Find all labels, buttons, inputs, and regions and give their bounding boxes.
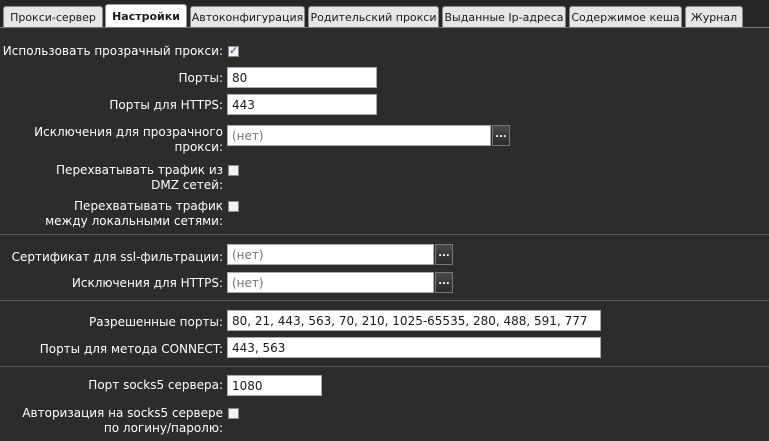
https-exclusions-label: Исключения для HTTPS: [71, 276, 223, 290]
ports-input[interactable] [227, 67, 377, 88]
checkmark-icon: ✓ [229, 44, 239, 57]
section-divider [0, 234, 769, 235]
tab-settings[interactable]: Настройки [105, 4, 187, 28]
intercept-local-checkbox[interactable] [228, 201, 239, 212]
tab-log[interactable]: Журнал [685, 6, 743, 27]
allowed-ports-label: Разрешенные порты: [88, 315, 223, 329]
tab-bar: Прокси-сервер Настройки Автоконфигурация… [0, 0, 769, 28]
ports-label: Порты: [178, 71, 224, 85]
intercept-dmz-checkbox[interactable] [228, 165, 239, 176]
intercept-local-label: Перехватывать трафик между локальными се… [45, 199, 223, 228]
connect-ports-input[interactable] [227, 337, 601, 358]
connect-ports-label: Порты для метода CONNECT: [39, 342, 223, 356]
tab-issued-ip[interactable]: Выданные Ip-адреса [442, 6, 566, 27]
tab-parent-proxy[interactable]: Родительский прокси [308, 6, 439, 27]
socks5-port-input[interactable] [227, 375, 322, 396]
settings-panel: Использовать прозрачный прокси: ✓ Порты:… [0, 28, 769, 441]
section-divider [0, 300, 769, 301]
https-exclusions-input[interactable] [227, 272, 434, 293]
section-divider [0, 366, 769, 367]
intercept-dmz-label: Перехватывать трафик из DMZ сетей: [56, 163, 223, 192]
tab-autoconfig[interactable]: Автоконфигурация [190, 6, 305, 27]
tab-proxy-server[interactable]: Прокси-сервер [3, 6, 103, 27]
https-ports-label: Порты для HTTPS: [109, 98, 223, 112]
transparent-exclusions-browse-button[interactable]: ... [492, 125, 510, 146]
socks5-auth-checkbox[interactable] [228, 408, 239, 419]
https-exclusions-browse-button[interactable]: ... [435, 272, 453, 293]
transparent-proxy-checkbox[interactable]: ✓ [228, 44, 239, 57]
allowed-ports-input[interactable] [227, 310, 601, 331]
transparent-exclusions-input[interactable] [227, 125, 491, 146]
transparent-exclusions-label: Исключения для прозрачного прокси: [34, 125, 223, 154]
socks5-port-label: Порт socks5 сервера: [88, 378, 223, 392]
ssl-certificate-browse-button[interactable]: ... [435, 244, 453, 265]
https-ports-input[interactable] [227, 94, 377, 115]
tab-cache-content[interactable]: Содержимое кеша [569, 6, 682, 27]
ssl-certificate-input[interactable] [227, 244, 434, 265]
ssl-certificate-label: Сертификат для ssl-фильтрации: [11, 250, 223, 264]
transparent-proxy-label: Использовать прозрачный прокси: [2, 44, 223, 58]
socks5-auth-label: Авторизация на socks5 сервере по логину/… [22, 406, 223, 435]
